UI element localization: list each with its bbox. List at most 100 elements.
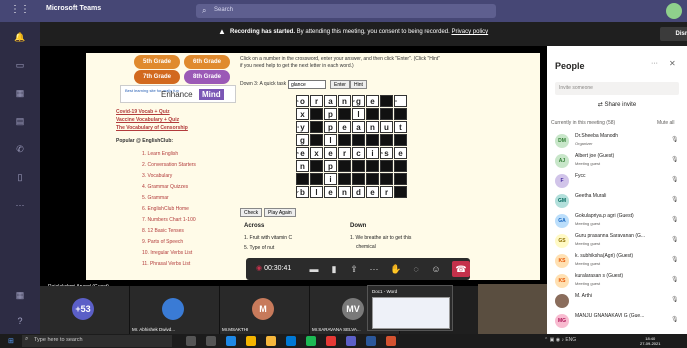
list-item[interactable]: DM Dr.Sheeba Manodh Organizer 🎙 [547,130,687,152]
dismiss-button[interactable]: Dismiss [660,27,687,41]
crossword-cell[interactable]: 6s [380,147,393,159]
crossword-cell[interactable]: n [296,160,309,172]
search-input[interactable]: ⌕ Search [196,4,496,18]
crossword-cell[interactable]: 7b [296,186,309,198]
word-preview[interactable]: Doc1 - Word [367,285,453,331]
check-button[interactable]: Check [240,208,263,217]
crossword-cell[interactable]: i [366,147,379,159]
store-icon[interactable] [286,336,296,346]
crossword-cell[interactable]: l [352,108,365,120]
list-item[interactable]: MG MANJU GNANAKAVI G (Gue... 🎙 [547,310,687,332]
list-item[interactable]: M. Arthi 🎙 [547,290,687,312]
crossword-cell[interactable]: p [324,121,337,133]
crossword-cell[interactable]: l [324,134,337,146]
activity-icon[interactable]: 🔔 [9,26,31,48]
list-item[interactable]: KS k. subhiksha(Agri) (Guest) Meeting gues… [547,250,687,272]
clock[interactable]: 18:40 27-09-2021 [640,336,660,346]
crossword-cell[interactable]: g [296,134,309,146]
crossword-cell[interactable]: e [366,95,379,107]
folder-icon[interactable] [266,336,276,346]
crossword-cell[interactable]: a [352,121,365,133]
crossword-cell[interactable]: l [310,186,323,198]
chat-icon[interactable]: ▭ [9,54,31,76]
enter-button[interactable]: Enter [330,80,350,89]
raise-hand-icon[interactable]: ✋ [388,261,404,277]
participant-tile[interactable]: Mr. Abhishek Dwivd... [130,286,220,334]
windows-start-icon[interactable]: ⊞ [8,337,14,345]
crossword-cell[interactable]: e [324,186,337,198]
word-icon[interactable] [366,336,376,346]
crossword-cell[interactable]: c [352,147,365,159]
privacy-policy-link[interactable]: Privacy policy [451,29,488,35]
mute-all-button[interactable]: Mute all [657,120,675,126]
crossword-cell[interactable]: i [324,173,337,185]
more-icon[interactable]: ··· [366,261,382,277]
crossword-cell[interactable]: p [324,160,337,172]
crossword-cell[interactable]: u [380,121,393,133]
more-icon[interactable]: ··· [651,60,658,67]
crossword-cell[interactable]: p [324,108,337,120]
app-icon[interactable] [326,336,336,346]
crossword-cell[interactable]: n [338,186,351,198]
list-item[interactable]: GM Geetha Murali 🎙 [547,190,687,212]
list-item[interactable]: GS Guru prasanna Saravanan (G... Meeting g… [547,230,687,252]
hang-up-button[interactable]: ☎ [452,261,470,277]
list-item[interactable]: GA Gokulapriya.p agri (Guest) Meeting gues… [547,210,687,232]
crossword-cell[interactable]: 2g [352,95,365,107]
apps-icon[interactable]: ▦ [9,284,31,306]
crossword-cell[interactable]: d [352,186,365,198]
invite-input[interactable]: Invite someone [555,82,679,95]
list-item[interactable]: AJ Albert joe (Guest) Meeting guest 🎙 [547,150,687,172]
camera-icon[interactable]: ▬ [306,261,322,277]
more-apps-icon[interactable]: ··· [9,194,31,216]
crossword-block [338,160,351,172]
crossword-cell[interactable]: 5e [296,147,309,159]
crossword-cell[interactable]: x [310,147,323,159]
calls-icon[interactable]: ✆ [9,138,31,160]
chrome-icon[interactable] [246,336,256,346]
mic-icon[interactable]: ▮ [326,261,342,277]
crossword-cell[interactable]: n [338,95,351,107]
app-rail: 🔔 ▭ ▦ ▤ ✆ ▯ ··· ▦ ? [0,22,40,334]
crossword-cell[interactable]: e [394,147,407,159]
files-icon[interactable]: ▯ [9,166,31,188]
crossword-cell[interactable]: n [366,121,379,133]
app-launcher-icon[interactable]: ⋮⋮ [10,4,30,16]
answer-input[interactable]: glance [288,80,326,89]
crossword-cell[interactable]: 3 [394,95,407,107]
help-icon[interactable]: ? [9,310,31,332]
spotify-icon[interactable] [306,336,316,346]
edge-icon[interactable] [226,336,236,346]
crossword-cell[interactable]: 1o [296,95,309,107]
crossword-cell[interactable]: e [324,147,337,159]
teams-icon[interactable] [346,336,356,346]
powerpoint-icon[interactable] [386,336,396,346]
crossword-cell[interactable]: 4y [296,121,309,133]
participant-tile[interactable]: +53 [40,286,130,334]
crossword-cell[interactable]: e [366,186,379,198]
crossword-cell[interactable]: r [338,147,351,159]
list-item[interactable]: KS kuralarasan s (Guest) Meeting guest 🎙 [547,270,687,292]
task-view-icon[interactable] [186,336,196,346]
teams-icon[interactable]: ▦ [9,82,31,104]
crossword-cell[interactable]: r [380,186,393,198]
crossword-cell[interactable]: x [296,108,309,120]
participants-icon[interactable]: ☺ [428,261,444,277]
play-again-button[interactable]: Play Again [264,208,296,217]
chat-icon[interactable]: ◌ [408,261,424,277]
participant-tile[interactable]: M Mr.MSAKTHI [220,286,310,334]
calendar-icon[interactable]: ▤ [9,110,31,132]
share-invite-button[interactable]: ⇄ Share invite [555,99,679,112]
crossword-cell[interactable]: r [310,95,323,107]
list-item[interactable]: F Fycc 🎙 [547,170,687,192]
system-tray[interactable]: ⌃ ▣ ◉ ♪ ENG [544,337,576,343]
hint-button[interactable]: Hint [350,80,367,89]
crossword-cell[interactable]: a [324,95,337,107]
taskbar-search[interactable]: ⌕ Type here to search [22,335,172,347]
close-icon[interactable]: ✕ [669,59,676,68]
crossword-cell[interactable]: e [338,121,351,133]
explorer-icon[interactable] [206,336,216,346]
crossword-cell[interactable]: t [394,121,407,133]
avatar[interactable] [666,3,682,19]
share-icon[interactable]: ⇪ [346,261,362,277]
